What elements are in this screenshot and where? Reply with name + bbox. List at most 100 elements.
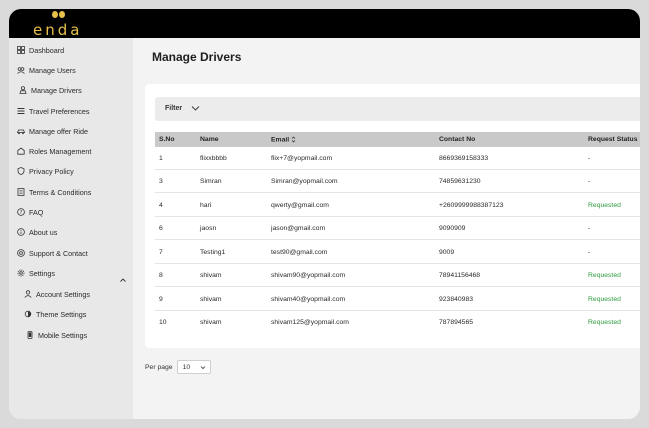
sidebar-item-label: Privacy Policy <box>29 166 74 176</box>
cell-email: shivam125@yopmail.com <box>271 319 349 326</box>
sidebar-item-manage-offer-ride[interactable]: Manage offer Ride <box>17 124 88 138</box>
filter-bar[interactable]: Filter <box>155 97 640 121</box>
sidebar-item-label: Terms & Conditions <box>29 187 92 197</box>
cell-name: shivam <box>200 296 222 303</box>
sidebar-item-label: Roles Management <box>29 146 92 156</box>
logo-mark <box>52 11 66 19</box>
sidebar-item-roles-management[interactable]: Roles Management <box>17 144 91 158</box>
pagination: Per page 10 <box>145 360 211 374</box>
sidebar-subitem-mobile-settings[interactable]: Mobile Settings <box>26 328 87 342</box>
sidebar-item-label: Mobile Settings <box>38 330 88 340</box>
cell-email: shivam90@yopmail.com <box>271 272 346 279</box>
theme-icon <box>24 310 32 318</box>
column-header-status: Request Status <box>588 136 638 143</box>
grid-icon <box>17 46 25 54</box>
table-row[interactable]: 10 shivam shivam125@yopmail.com 78789456… <box>155 311 640 334</box>
cell-email: flix+7@yopmail.com <box>271 155 333 162</box>
sidebar-item-support-contact[interactable]: Support & Contact <box>17 246 88 260</box>
cell-name: hari <box>200 202 212 209</box>
sidebar-item-terms-conditions[interactable]: Terms & Conditions <box>17 185 91 199</box>
cell-status: - <box>588 249 591 256</box>
cell-email: test90@gmail.com <box>271 249 328 256</box>
chevron-up-icon[interactable] <box>119 276 127 284</box>
column-header-email-label: Email <box>271 136 290 144</box>
cell-name: Simran <box>200 178 222 185</box>
support-icon <box>17 249 25 257</box>
table-row[interactable]: 3 Simran Simran@yopmail.com 74859631230 … <box>155 170 640 193</box>
sidebar-subitem-theme-settings[interactable]: Theme Settings <box>24 307 86 321</box>
sidebar-item-label: Account Settings <box>36 289 90 299</box>
per-page-label: Per page <box>145 363 173 371</box>
cell-contact: 787894565 <box>439 319 474 326</box>
sidebar-item-label: Manage Drivers <box>31 85 82 95</box>
table-row[interactable]: 7 Testing1 test90@gmail.com 9009 - <box>155 241 640 264</box>
cell-name: shivam <box>200 272 222 279</box>
cell-status: - <box>588 155 591 162</box>
sidebar-item-about-us[interactable]: About us <box>17 225 57 239</box>
status-badge: Requested <box>588 272 621 279</box>
cell-email: qwerty@gmail.com <box>271 202 329 209</box>
cell-sno: 10 <box>159 319 167 326</box>
sidebar-item-label: Manage Users <box>29 65 76 75</box>
column-header-email[interactable]: Email <box>271 136 296 143</box>
sidebar-item-dashboard[interactable]: Dashboard <box>17 43 64 57</box>
info-icon <box>17 228 25 236</box>
cell-contact: 9009 <box>439 249 455 256</box>
per-page-select[interactable]: 10 <box>176 360 211 374</box>
sidebar-item-manage-drivers[interactable]: Manage Drivers <box>19 83 82 97</box>
drivers-card: Filter S.No Name Email Contact No Reques… <box>145 84 640 348</box>
logo-text: enda <box>33 21 83 39</box>
roles-icon <box>17 147 25 155</box>
gear-icon <box>17 269 25 277</box>
table-row[interactable]: 4 hari qwerty@gmail.com +260999998838712… <box>155 194 640 217</box>
driver-icon <box>19 86 27 94</box>
cell-email: Simran@yopmail.com <box>271 178 338 185</box>
cell-name: shivam <box>200 319 222 326</box>
sidebar-item-travel-preferences[interactable]: Travel Preferences <box>17 104 89 118</box>
cell-sno: 4 <box>159 202 163 209</box>
cell-name: Testing1 <box>200 249 226 256</box>
sidebar: Dashboard Manage Users Manage Drivers Tr… <box>9 38 133 419</box>
chevron-down-icon <box>200 366 205 370</box>
table-header: S.No Name Email Contact No Request Statu… <box>155 132 640 147</box>
main-content: Manage Drivers Filter S.No Name Email Co… <box>133 38 640 419</box>
sidebar-item-settings[interactable]: Settings <box>17 266 55 280</box>
cell-contact: 923840983 <box>439 296 474 303</box>
page-title: Manage Drivers <box>152 50 242 64</box>
sort-icon[interactable] <box>291 136 296 143</box>
sidebar-item-label: FAQ <box>29 207 44 217</box>
chevron-down-icon[interactable] <box>191 105 200 112</box>
table-row[interactable]: 6 jaosn jason@gmail.com 9090909 - <box>155 217 640 240</box>
table-row[interactable]: 1 flixxbbbb flix+7@yopmail.com 866936915… <box>155 147 640 170</box>
sidebar-subitem-account-settings[interactable]: Account Settings <box>24 287 90 301</box>
cell-sno: 6 <box>159 225 163 232</box>
filter-label: Filter <box>165 105 183 112</box>
top-bar: enda <box>9 9 640 39</box>
document-icon <box>17 188 25 196</box>
account-icon <box>24 290 32 298</box>
sidebar-item-label: Settings <box>29 268 55 278</box>
sidebar-item-label: Travel Preferences <box>29 106 90 116</box>
cell-email: shivam40@yopmail.com <box>271 296 346 303</box>
table-row[interactable]: 9 shivam shivam40@yopmail.com 923840983 … <box>155 288 640 311</box>
per-page-value: 10 <box>182 364 191 371</box>
sidebar-item-label: Dashboard <box>29 45 65 55</box>
status-badge: Requested <box>588 296 621 303</box>
cell-sno: 3 <box>159 178 163 185</box>
cell-contact: 74859631230 <box>439 178 481 185</box>
cell-sno: 1 <box>159 155 163 162</box>
sidebar-item-label: About us <box>29 227 58 237</box>
sidebar-item-faq[interactable]: ? FAQ <box>17 205 43 219</box>
cell-sno: 8 <box>159 272 163 279</box>
cell-contact: 9090909 <box>439 225 466 232</box>
status-badge: Requested <box>588 319 621 326</box>
cell-contact: 8669369158333 <box>439 155 489 162</box>
sidebar-item-manage-users[interactable]: Manage Users <box>17 63 76 77</box>
sidebar-item-privacy-policy[interactable]: Privacy Policy <box>17 164 74 178</box>
table-row[interactable]: 8 shivam shivam90@yopmail.com 7894115646… <box>155 264 640 287</box>
cell-sno: 7 <box>159 249 163 256</box>
mobile-icon <box>27 331 33 339</box>
sidebar-item-label: Theme Settings <box>36 309 87 319</box>
cell-status: - <box>588 178 591 185</box>
status-badge: Requested <box>588 202 621 209</box>
